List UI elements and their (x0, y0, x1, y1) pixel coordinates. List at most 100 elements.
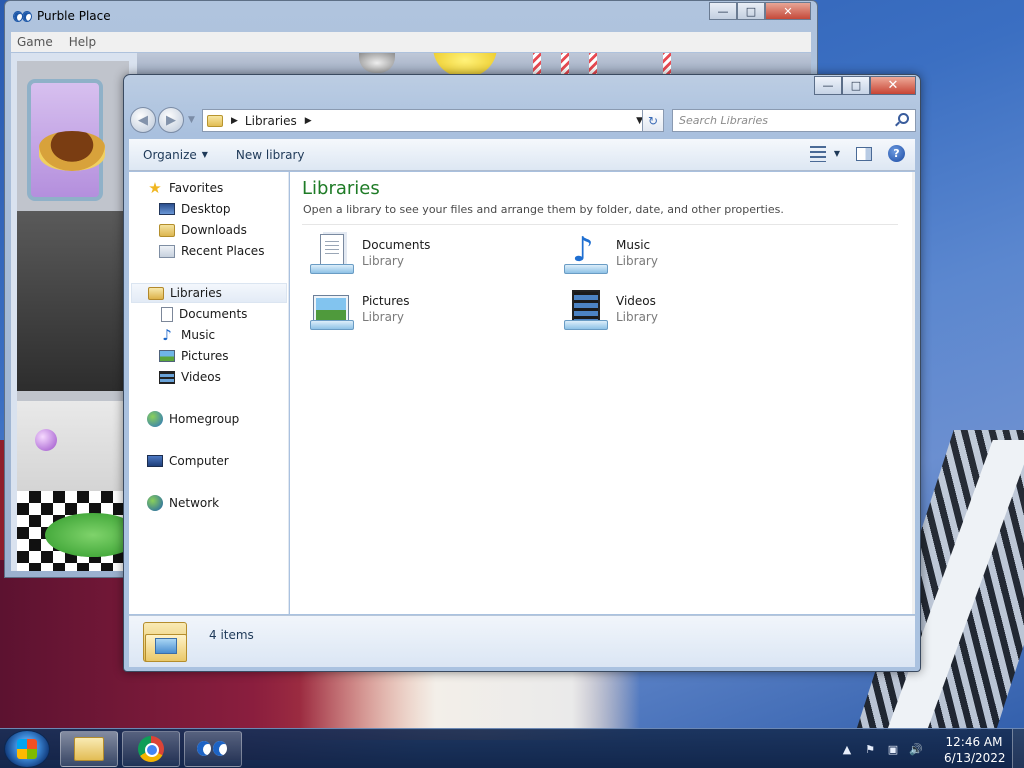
taskbar-clock[interactable]: 12:46 AM 6/13/2022 (944, 734, 1006, 766)
purble-place-icon (197, 740, 229, 758)
search-icon[interactable] (898, 113, 909, 124)
help-icon[interactable]: ? (888, 145, 905, 162)
windows-logo-icon (17, 739, 37, 759)
menu-game[interactable]: Game (17, 35, 53, 49)
tile-type: Library (616, 254, 658, 268)
game-gray-dispenser (359, 53, 395, 73)
nav-computer[interactable]: Computer (147, 451, 229, 471)
game-lever[interactable] (35, 429, 57, 451)
show-desktop-button[interactable] (1012, 729, 1024, 768)
homegroup-icon (147, 411, 163, 427)
start-button[interactable] (4, 730, 50, 768)
volume-icon[interactable]: 🔊 (909, 742, 923, 756)
library-tile-documents[interactable]: Documents Library (308, 232, 538, 280)
nav-pictures-label: Pictures (181, 349, 229, 363)
close-button[interactable]: ✕ (870, 76, 916, 95)
libraries-icon (148, 286, 164, 300)
clock-time: 12:46 AM (945, 735, 1003, 749)
breadcrumb-separator[interactable]: ▶ (305, 116, 312, 126)
nav-recent-places[interactable]: Recent Places (159, 241, 264, 261)
purble-window-controls: — □ ✕ (709, 2, 811, 20)
purble-menu-bar: Game Help (11, 32, 811, 52)
item-count: 4 items (209, 628, 254, 642)
documents-library-icon (308, 232, 354, 278)
back-button[interactable]: ◀ (130, 107, 156, 133)
game-cake-image (39, 131, 105, 171)
nav-pictures[interactable]: Pictures (159, 346, 229, 366)
taskbar-purble-place[interactable] (184, 731, 242, 767)
library-tile-videos[interactable]: Videos Library (562, 288, 792, 336)
purble-close-button[interactable]: ✕ (765, 2, 811, 20)
network-icon (147, 495, 163, 511)
nav-recent-places-label: Recent Places (181, 244, 265, 258)
nav-libraries-label: Libraries (170, 286, 222, 300)
recent-pages-dropdown[interactable]: ▼ (188, 115, 195, 125)
network-status-icon[interactable]: ▣ (886, 742, 900, 756)
nav-desktop[interactable]: Desktop (159, 199, 231, 219)
purble-minimize-button[interactable]: — (709, 2, 737, 20)
nav-music[interactable]: ♪ Music (159, 325, 215, 345)
command-bar: Organize ▼ New library ▼ ? (129, 139, 915, 171)
change-view-button[interactable]: ▼ (809, 145, 840, 162)
nav-favorites[interactable]: ★ Favorites (147, 178, 223, 198)
search-input[interactable] (673, 110, 883, 130)
library-tile-pictures[interactable]: Pictures Library (308, 288, 538, 336)
purble-title-bar[interactable]: Purble Place (13, 7, 111, 25)
nav-videos-label: Videos (181, 370, 221, 384)
nav-favorites-label: Favorites (169, 181, 224, 195)
nav-downloads[interactable]: Downloads (159, 220, 247, 240)
libraries-folder-icon (207, 114, 223, 127)
purble-eyes-icon (13, 10, 32, 22)
videos-library-icon (562, 288, 608, 334)
new-library-button[interactable]: New library (222, 148, 319, 162)
chrome-icon (138, 736, 164, 762)
nav-homegroup[interactable]: Homegroup (147, 409, 239, 429)
star-icon: ★ (148, 179, 162, 197)
taskbar-chrome[interactable] (122, 731, 180, 767)
videos-icon (159, 370, 175, 384)
nav-network[interactable]: Network (147, 493, 219, 513)
preview-pane-icon[interactable] (856, 146, 872, 161)
purble-maximize-button[interactable]: □ (737, 2, 765, 20)
refresh-button[interactable]: ↻ (642, 109, 664, 132)
action-center-flag-icon[interactable]: ⚑ (863, 742, 877, 756)
game-cake-station (17, 61, 141, 571)
breadcrumb-separator[interactable]: ▶ (231, 116, 238, 126)
maximize-button[interactable]: □ (842, 76, 870, 95)
show-hidden-icons-button[interactable]: ▲ (840, 742, 854, 756)
nav-network-label: Network (169, 496, 220, 510)
address-bar[interactable]: ▶ Libraries ▶ ▼ (202, 109, 648, 132)
nav-desktop-label: Desktop (181, 202, 231, 216)
explorer-folder-icon (74, 737, 104, 761)
taskbar-explorer[interactable] (60, 731, 118, 767)
new-library-label: New library (235, 147, 305, 162)
library-tile-music[interactable]: ♪ Music Library (562, 230, 792, 280)
content-scroll-edge (912, 172, 915, 614)
search-box[interactable] (672, 109, 916, 132)
forward-button[interactable]: ▶ (158, 107, 184, 133)
organize-button[interactable]: Organize ▼ (129, 148, 222, 162)
organize-label: Organize (143, 147, 197, 162)
libraries-large-icon (143, 620, 189, 664)
menu-help[interactable]: Help (69, 35, 96, 49)
content-pane[interactable]: Libraries Open a library to see your fil… (290, 172, 915, 614)
pictures-icon (159, 350, 175, 362)
minimize-button[interactable]: — (814, 76, 842, 95)
purble-title: Purble Place (37, 9, 111, 23)
nav-videos[interactable]: Videos (159, 367, 221, 387)
nav-libraries[interactable]: Libraries (131, 283, 287, 303)
explorer-window[interactable]: — □ ✕ ◀ ▶ ▼ ▶ Libraries ▶ ▼ ↻ Organize ▼… (123, 74, 921, 672)
breadcrumb-libraries[interactable]: Libraries (245, 114, 297, 128)
nav-documents[interactable]: Documents (159, 304, 247, 324)
pictures-library-icon (308, 288, 354, 334)
page-subtitle: Open a library to see your files and arr… (303, 203, 784, 216)
music-icon: ♪ (162, 326, 172, 344)
nav-homegroup-label: Homegroup (169, 412, 240, 426)
toolbar-right-group: ▼ ? (809, 145, 905, 162)
details-pane: 4 items (129, 615, 915, 667)
tile-type: Library (362, 254, 404, 268)
system-tray: ▲ ⚑ ▣ 🔊 (840, 729, 923, 768)
desktop-icon (159, 203, 175, 215)
downloads-folder-icon (159, 223, 175, 237)
taskbar: ▲ ⚑ ▣ 🔊 12:46 AM 6/13/2022 (0, 728, 1024, 768)
